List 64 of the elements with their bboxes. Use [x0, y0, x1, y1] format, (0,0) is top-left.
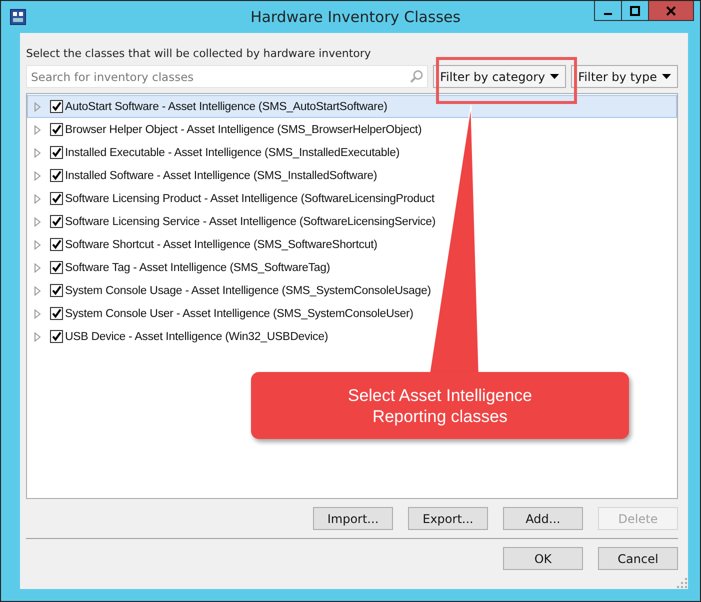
class-row[interactable]: Installed Executable - Asset Intelligence (SMS_InstalledExecutable)	[27, 141, 677, 164]
class-label: Software Licensing Product - Asset Intelligence (SoftwareLicensingProduct	[65, 192, 434, 204]
action-button[interactable]: Import...	[313, 507, 393, 530]
expand-icon[interactable]	[34, 262, 41, 272]
filter-dropdown[interactable]: Filter by type	[571, 65, 678, 88]
expand-icon[interactable]	[34, 240, 41, 250]
close-button[interactable]	[648, 1, 694, 21]
class-label: System Console Usage - Asset Intelligence (SMS_SystemConsoleUsage)	[65, 284, 431, 296]
app-icon	[10, 9, 26, 25]
class-label: USB Device - Asset Intelligence (Win32_USBDevice)	[65, 330, 328, 342]
close-icon	[666, 6, 676, 16]
maximize-icon	[630, 6, 640, 16]
instruction-text: Select the classes that will be collected by hardware inventory	[26, 47, 372, 60]
expand-icon[interactable]	[34, 216, 41, 226]
checkbox[interactable]	[50, 238, 63, 251]
minimize-icon	[604, 12, 612, 14]
expand-icon[interactable]	[34, 124, 41, 134]
class-label: Browser Helper Object - Asset Intelligence (SMS_BrowserHelperObject)	[65, 124, 422, 136]
checkbox[interactable]	[50, 215, 63, 228]
window-title: Hardware Inventory Classes	[249, 8, 462, 26]
class-row[interactable]: Software Licensing Service - Asset Intelligence (SoftwareLicensingService)	[27, 210, 677, 233]
expand-icon[interactable]	[34, 194, 41, 204]
filter-dropdown[interactable]: Filter by category	[433, 65, 566, 88]
class-label: Software Shortcut - Asset Intelligence (SMS_SoftwareShortcut)	[65, 238, 378, 250]
expand-icon[interactable]	[34, 286, 41, 296]
checkbox[interactable]	[50, 146, 63, 159]
class-row[interactable]: System Console User - Asset Intelligence (SMS_SystemConsoleUser)	[27, 302, 677, 325]
checkbox[interactable]	[50, 169, 63, 182]
checkbox[interactable]	[50, 192, 63, 205]
checkbox[interactable]	[50, 261, 63, 274]
expand-icon[interactable]	[34, 332, 41, 342]
callout-text: Select Asset Intelligence Reporting classes	[251, 372, 629, 439]
search-icon	[410, 70, 424, 83]
class-label: Software Tag - Asset Intelligence (SMS_SoftwareTag)	[65, 262, 330, 274]
class-row[interactable]: Software Tag - Asset Intelligence (SMS_SoftwareTag)	[27, 256, 677, 279]
checkbox[interactable]	[50, 330, 63, 343]
expand-icon[interactable]	[34, 148, 41, 158]
class-label: AutoStart Software - Asset Intelligence (SMS_AutoStartSoftware)	[65, 100, 388, 112]
class-label: Software Licensing Service - Asset Intelligence (SoftwareLicensingService)	[65, 216, 436, 228]
dialog-button[interactable]: Cancel	[598, 547, 678, 570]
class-row[interactable]: Software Licensing Product - Asset Intelligence (SoftwareLicensingProduct	[27, 187, 677, 210]
minimize-button[interactable]	[594, 1, 622, 21]
class-row[interactable]: Browser Helper Object - Asset Intelligence (SMS_BrowserHelperObject)	[27, 118, 677, 141]
action-button[interactable]: Add...	[503, 507, 583, 530]
class-row[interactable]: Installed Software - Asset Intelligence (SMS_InstalledSoftware)	[27, 164, 677, 187]
class-row[interactable]: AutoStart Software - Asset Intelligence (SMS_AutoStartSoftware)	[27, 95, 677, 118]
class-row[interactable]: Software Shortcut - Asset Intelligence (SMS_SoftwareShortcut)	[27, 233, 677, 256]
class-label: Installed Executable - Asset Intelligence (SMS_InstalledExecutable)	[65, 146, 400, 158]
checkbox[interactable]	[50, 284, 63, 297]
checkbox[interactable]	[50, 307, 63, 320]
class-row[interactable]: System Console Usage - Asset Intelligence (SMS_SystemConsoleUsage)	[27, 279, 677, 302]
caret-icon	[662, 74, 671, 80]
class-label: System Console User - Asset Intelligence (SMS_SystemConsoleUser)	[65, 308, 414, 320]
checkbox[interactable]	[50, 123, 63, 136]
dialog-button[interactable]: OK	[503, 547, 583, 570]
search-field[interactable]: Search for inventory classes	[26, 65, 428, 88]
expand-icon[interactable]	[34, 308, 41, 318]
class-label: Installed Software - Asset Intelligence (SMS_InstalledSoftware)	[65, 170, 378, 182]
caret-icon	[550, 74, 560, 80]
class-row[interactable]: USB Device - Asset Intelligence (Win32_USBDevice)	[27, 325, 677, 348]
resize-grip-icon[interactable]	[677, 578, 687, 588]
checkbox[interactable]	[50, 100, 63, 113]
action-button[interactable]: Export...	[408, 507, 488, 530]
expand-icon[interactable]	[34, 170, 41, 180]
